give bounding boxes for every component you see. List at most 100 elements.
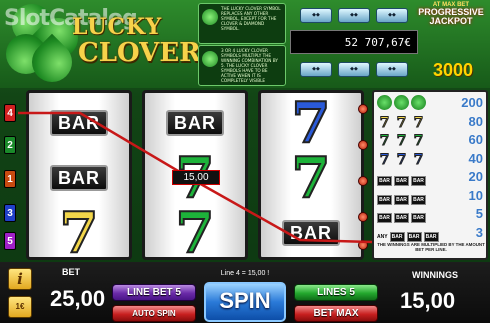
winnings-label: WINNINGS (412, 270, 458, 280)
payout-value: 80 (468, 113, 483, 129)
bar-icon: BAR (406, 231, 422, 242)
line-bet-button[interactable]: LINE BET 5 (112, 284, 196, 301)
status-message: Line 4 = 15,00 ! (220, 270, 270, 277)
payline-dot-icon (358, 240, 368, 250)
bet-max-button[interactable]: BET MAX (294, 305, 378, 322)
seven-green-icon: 7 (291, 145, 332, 211)
seven-green-icon: 7 (379, 133, 390, 149)
paytable: 200 7 7 7 80 7 7 7 60 7 7 7 40 BAR BAR BAR 20 BAR BAR BAR 10… (372, 90, 488, 260)
paytable-row: ANY BAR BAR BAR 3 (377, 225, 487, 243)
payout-value: 10 (468, 187, 483, 203)
paytable-row: BAR BAR BAR 20 (377, 169, 487, 187)
game-header: SlotCatalog LUCKY CLOVER THE LUCKY CLOVE… (0, 0, 490, 91)
winnings-value: 15,00 (400, 288, 456, 313)
slot-game-screen: SlotCatalog LUCKY CLOVER THE LUCKY CLOVE… (0, 0, 490, 323)
clover-icon (411, 95, 426, 110)
bar-icon: BAR (394, 213, 409, 223)
bonus-info-box: 3 OR 4 LUCKY CLOVER SYMBOLS MULTIPLY THE… (198, 45, 286, 86)
auto-spin-button[interactable]: AUTO SPIN (112, 305, 196, 322)
lines-button[interactable]: LINES 5 (294, 284, 378, 301)
bar-symbol-icon: BAR (282, 220, 340, 246)
payline-dot-icon (358, 104, 368, 114)
diamond-icon: ◆◆ (300, 8, 332, 23)
reel-symbol: 7 (145, 200, 245, 260)
diamond-icon: ◆◆ (376, 8, 408, 23)
bar-icon: BAR (394, 194, 409, 205)
payout-value: 200 (461, 95, 483, 110)
reel-symbol: BAR (29, 95, 129, 151)
payline-end-dots (358, 104, 368, 254)
seven-green-icon: 7 (396, 133, 407, 149)
spin-button[interactable]: SPIN (204, 282, 286, 322)
any-label: ANY (377, 233, 388, 240)
bar-symbol-icon: BAR (50, 110, 108, 136)
seven-blue-icon: 7 (396, 151, 407, 168)
paytable-row: BAR BAR BAR 5 (377, 206, 487, 224)
bar-symbol-icon: BAR (166, 110, 224, 136)
clover-icon (394, 95, 409, 110)
seven-gold-icon: 7 (59, 200, 100, 260)
payline-dot-icon (358, 176, 368, 186)
bet-label: BET (62, 267, 80, 277)
reel-symbol: 7 (261, 90, 361, 156)
reel-symbol: 7 (261, 145, 361, 211)
diamond-icon: ◆◆ (300, 62, 332, 77)
coin-value-button[interactable]: 1€ (8, 296, 32, 318)
bar-icon: BAR (411, 176, 426, 186)
payout-value: 40 (468, 150, 483, 166)
bonus-info-text: 3 OR 4 LUCKY CLOVER SYMBOLS MULTIPLY THE… (221, 48, 278, 83)
wild-info-box: THE LUCKY CLOVER SYMBOL REPLACES ANY OTH… (198, 3, 286, 44)
seven-gold-icon: 7 (396, 114, 407, 131)
info-button[interactable]: i (8, 268, 32, 290)
seven-green-icon: 7 (175, 200, 216, 260)
progressive-jackpot-badge: AT MAX BET PROGRESSIVE JACKPOT (414, 2, 488, 26)
payline-win-label: 15,00 (172, 170, 220, 185)
bar-symbol-icon: BAR (50, 165, 108, 191)
payout-value: 60 (468, 132, 483, 147)
clover-icon (377, 95, 392, 110)
payline-dot-icon (358, 140, 368, 150)
seven-gold-icon: 7 (413, 114, 424, 131)
bet-value: 25,00 (50, 286, 106, 311)
jackpot-display: 52 707,67€ (290, 30, 418, 54)
payout-value: 20 (468, 169, 483, 184)
game-title-clover: CLOVER (78, 38, 201, 68)
payout-value: 5 (475, 206, 483, 221)
diamond-icon: ◆◆ (376, 62, 408, 77)
bar-icon: BAR (377, 176, 392, 186)
reel-symbol: BAR (29, 150, 129, 206)
wild-info-text: THE LUCKY CLOVER SYMBOL REPLACES ANY OTH… (221, 6, 281, 31)
progressive-jackpot-label: PROGRESSIVE JACKPOT (418, 7, 484, 26)
seven-blue-icon: 7 (379, 151, 390, 168)
seven-blue-icon: 7 (413, 151, 424, 168)
bar-icon: BAR (389, 231, 405, 242)
paytable-note: THE WINNINGS ARE MULTIPLIED BY THE AMOUN… (377, 242, 485, 252)
bar-icon: BAR (377, 213, 392, 223)
reel-symbol: 7 (29, 200, 129, 260)
paytable-row: 7 7 7 60 (377, 132, 487, 150)
reel-symbol: BAR (261, 205, 361, 257)
paytable-row: 7 7 7 40 (377, 151, 487, 169)
game-title-lucky: LUCKY (72, 14, 163, 40)
bar-icon: BAR (411, 213, 426, 223)
reel-symbol: BAR (145, 95, 245, 151)
diamond-icon: ◆◆ (338, 8, 370, 23)
clover-icon (202, 51, 218, 67)
control-bar: i 1€ BET 25,00 LINE BET 5 AUTO SPIN Line… (0, 262, 490, 323)
bar-icon: BAR (394, 176, 409, 186)
bar-icon: BAR (377, 194, 392, 205)
paytable-row: 7 7 7 80 (377, 114, 487, 132)
clover-icon (202, 9, 218, 25)
seven-green-icon: 7 (413, 133, 424, 149)
seven-gold-icon: 7 (379, 114, 390, 131)
reel-3: 7 7 BAR (258, 90, 364, 260)
coin-balance: 3000 (432, 60, 474, 80)
bar-icon: BAR (411, 194, 426, 205)
paytable-row: BAR BAR BAR 10 (377, 188, 487, 206)
bar-icon: BAR (423, 231, 439, 242)
payout-value: 3 (475, 224, 483, 240)
seven-blue-icon: 7 (291, 90, 332, 156)
paytable-row: 200 (377, 95, 487, 113)
payline-dot-icon (358, 212, 368, 222)
reel-1: BAR BAR 7 (26, 90, 132, 260)
